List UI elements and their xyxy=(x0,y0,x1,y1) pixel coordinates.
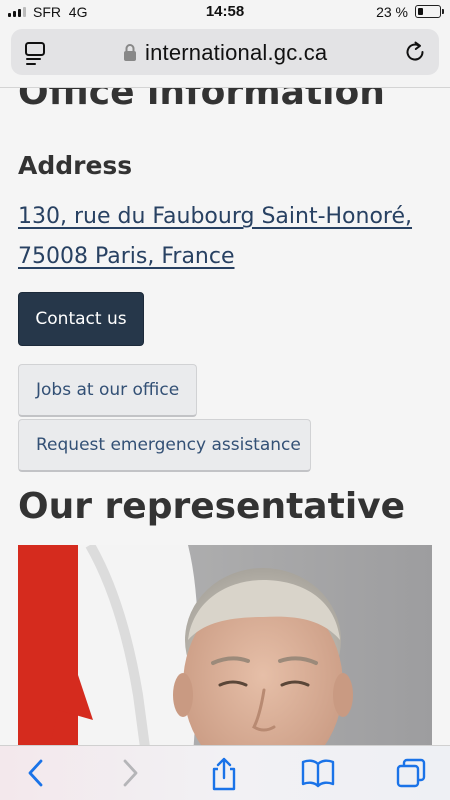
reload-icon[interactable] xyxy=(403,40,427,68)
contact-us-button[interactable]: Contact us xyxy=(18,292,144,346)
battery-percent: 23 % xyxy=(376,4,408,20)
address-bar[interactable]: international.gc.ca xyxy=(11,29,439,75)
representative-heading: Our representative xyxy=(18,486,406,527)
address-link-line1[interactable]: 130, rue du Faubourg Saint-Honoré, xyxy=(18,204,412,229)
representative-photo xyxy=(18,545,432,745)
lock-icon xyxy=(123,43,137,65)
browser-toolbar xyxy=(0,745,450,800)
canadian-flag-image xyxy=(18,545,198,745)
forward-icon[interactable] xyxy=(116,756,144,794)
battery-icon xyxy=(415,5,444,18)
emergency-assistance-button[interactable]: Request emergency assistance xyxy=(18,419,311,472)
share-icon[interactable] xyxy=(208,756,240,796)
jobs-button[interactable]: Jobs at our office xyxy=(18,364,197,417)
address-heading: Address xyxy=(18,151,133,180)
url-domain[interactable]: international.gc.ca xyxy=(145,40,327,66)
reader-view-icon[interactable] xyxy=(24,41,48,71)
status-bar: SFR 4G 14:58 23 % xyxy=(0,0,450,24)
tabs-icon[interactable] xyxy=(394,756,428,794)
browser-address-area: international.gc.ca xyxy=(0,24,450,88)
page-content: Office information Address 130, rue du F… xyxy=(0,88,450,745)
section-title: Office information xyxy=(18,88,385,113)
back-icon[interactable] xyxy=(22,756,50,794)
bookmarks-icon[interactable] xyxy=(300,756,336,794)
address-link-line2[interactable]: 75008 Paris, France xyxy=(18,244,235,269)
